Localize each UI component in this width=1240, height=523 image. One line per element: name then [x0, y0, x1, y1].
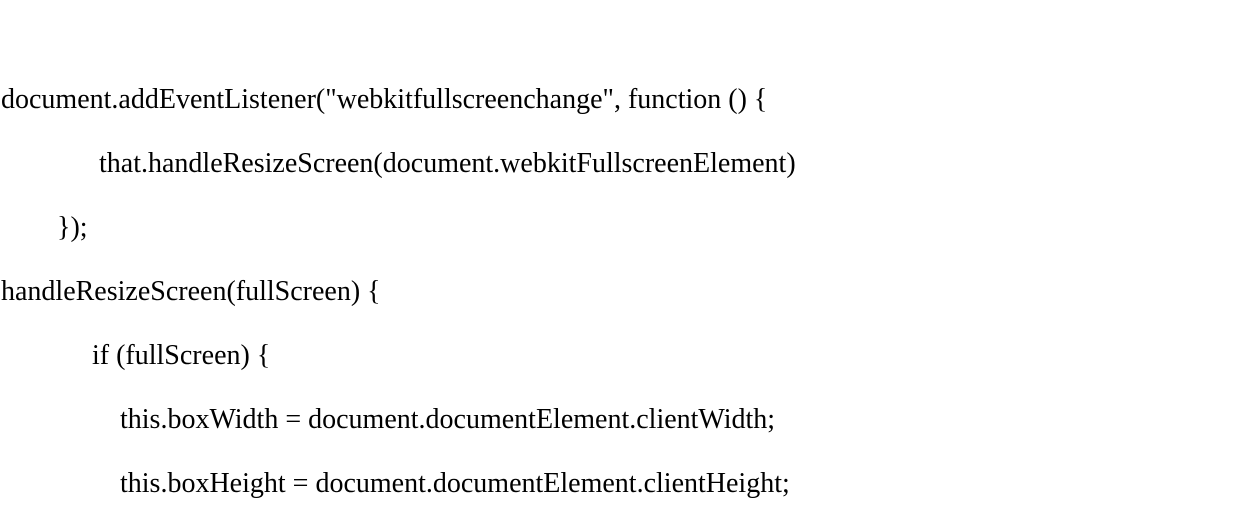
code-line: this.boxHeight = document.documentElemen… [1, 468, 790, 499]
code-line: }); [1, 212, 88, 243]
code-line: this.boxWidth = document.documentElement… [1, 404, 775, 435]
code-block: document.addEventListener("webkitfullscr… [0, 0, 1240, 516]
code-line: handleResizeScreen(fullScreen) { [1, 276, 381, 307]
code-line: document.addEventListener("webkitfullscr… [1, 84, 767, 115]
code-line: if (fullScreen) { [1, 340, 270, 371]
code-line: that.handleResizeScreen(document.webkitF… [1, 148, 796, 179]
